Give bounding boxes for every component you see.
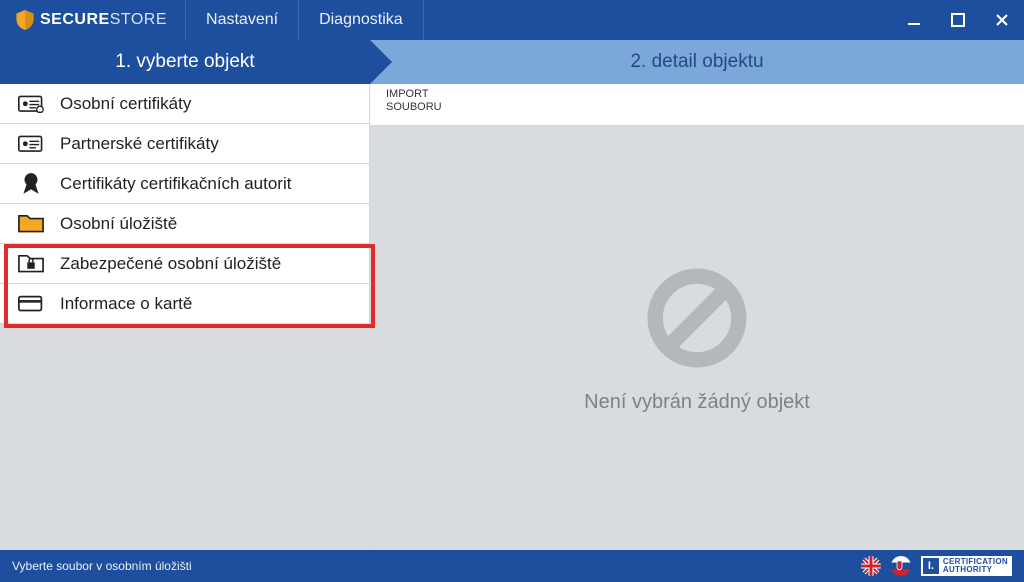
folder-lock-icon — [18, 253, 44, 275]
step-object-detail[interactable]: 2. detail objektu — [370, 40, 1024, 84]
partner-cert-icon — [18, 133, 44, 155]
import-file-button[interactable]: IMPORT SOUBORU — [386, 88, 442, 114]
cert-line2: AUTHORITY — [943, 566, 1008, 574]
detail-toolbar: IMPORT SOUBORU — [370, 84, 1024, 126]
brand-store: STORE — [110, 11, 167, 28]
app-title: SECURESTORE — [40, 11, 167, 29]
titlebar: SECURESTORE Nastavení Diagnostika — [0, 0, 1024, 40]
sidebar-item-personal-storage[interactable]: Osobní úložiště — [0, 204, 369, 244]
sidebar-item-personal-certificates[interactable]: Osobní certifikáty — [0, 84, 369, 124]
cert-card-icon — [18, 93, 44, 115]
sidebar-list: Osobní certifikáty Partnerské certifikát… — [0, 84, 369, 324]
certification-authority-badge[interactable]: I. CERTIFICATION AUTHORITY — [921, 556, 1012, 576]
flag-uk-icon[interactable] — [861, 556, 881, 576]
folder-icon — [18, 213, 44, 235]
app-logo: SECURESTORE — [0, 0, 185, 40]
titlebar-spacer — [424, 0, 892, 40]
menu-diagnostics[interactable]: Diagnostika — [298, 0, 424, 40]
cert-badge-text: CERTIFICATION AUTHORITY — [943, 558, 1008, 574]
sidebar-item-label: Osobní certifikáty — [60, 94, 191, 114]
window-minimize-button[interactable] — [892, 0, 936, 40]
sidebar-item-card-info[interactable]: Informace o kartě — [0, 284, 369, 324]
close-icon — [995, 13, 1009, 27]
main-area: Osobní certifikáty Partnerské certifikát… — [0, 84, 1024, 550]
step-header: 1. vyberte objekt 2. detail objektu — [0, 40, 1024, 84]
brand-secure: SECURE — [40, 11, 110, 28]
card-icon — [18, 293, 44, 315]
window-maximize-button[interactable] — [936, 0, 980, 40]
menu-settings[interactable]: Nastavení — [185, 0, 298, 40]
minimize-icon — [907, 13, 921, 27]
sidebar-item-label: Certifikáty certifikačních autorit — [60, 174, 291, 194]
step-select-object[interactable]: 1. vyberte objekt — [0, 40, 370, 84]
detail-empty-state: Není vybrán žádný objekt — [370, 126, 1024, 550]
sidebar-item-ca-certificates[interactable]: Certifikáty certifikačních autorit — [0, 164, 369, 204]
sidebar: Osobní certifikáty Partnerské certifikát… — [0, 84, 370, 550]
ca-badge-icon — [18, 173, 44, 195]
status-hint: Vyberte soubor v osobním úložišti — [12, 559, 192, 573]
sidebar-item-label: Informace o kartě — [60, 294, 192, 314]
no-selection-icon — [642, 263, 752, 373]
detail-panel: IMPORT SOUBORU Není vybrán žádný objekt — [370, 84, 1024, 550]
sidebar-item-label: Osobní úložiště — [60, 214, 177, 234]
maximize-icon — [951, 13, 965, 27]
flag-sk-icon[interactable] — [891, 556, 911, 576]
cert-badge-square-icon: I. — [923, 558, 939, 574]
statusbar: Vyberte soubor v osobním úložišti I. CER… — [0, 550, 1024, 582]
sidebar-item-secure-personal-storage[interactable]: Zabezpečené osobní úložiště — [0, 244, 369, 284]
window-close-button[interactable] — [980, 0, 1024, 40]
sidebar-item-partner-certificates[interactable]: Partnerské certifikáty — [0, 124, 369, 164]
sidebar-item-label: Partnerské certifikáty — [60, 134, 219, 154]
shield-icon — [16, 10, 34, 30]
sidebar-item-label: Zabezpečené osobní úložiště — [60, 254, 281, 274]
empty-state-text: Není vybrán žádný objekt — [584, 391, 810, 414]
